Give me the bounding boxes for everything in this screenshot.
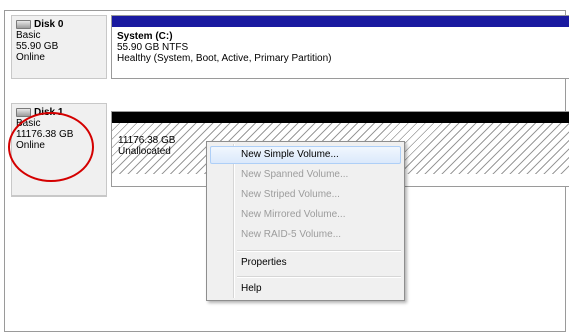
volume-name: System (C:) (117, 31, 173, 42)
disk-size: 55.90 GB (16, 41, 59, 52)
disk-1-label[interactable]: Disk 1 Basic 11176.38 GB Online (11, 103, 107, 196)
menu-new-mirrored-volume[interactable]: New Mirrored Volume... (210, 206, 401, 224)
volume-system-c[interactable]: System (C:) 55.90 GB NTFS Healthy (Syste… (111, 15, 569, 79)
disk-type: Basic (16, 30, 41, 41)
volume-bar (112, 112, 569, 123)
disk-icon (16, 108, 31, 117)
disk-status: Online (16, 52, 45, 63)
disk-size: 11176.38 GB (16, 129, 74, 140)
volume-bar (112, 16, 569, 27)
menu-separator (237, 250, 401, 252)
disk-status: Online (16, 140, 45, 151)
menu-properties[interactable]: Properties (210, 254, 401, 272)
disk-type: Basic (16, 118, 41, 129)
disk-icon (16, 20, 31, 29)
menu-help[interactable]: Help (210, 280, 401, 298)
volume-health: Healthy (System, Boot, Active, Primary P… (117, 53, 332, 64)
disk-divider (11, 196, 107, 197)
menu-new-simple-volume[interactable]: New Simple Volume... (210, 146, 401, 164)
disk-0-label[interactable]: Disk 0 Basic 55.90 GB Online (11, 15, 107, 79)
menu-new-raid5-volume[interactable]: New RAID-5 Volume... (210, 226, 401, 244)
menu-new-striped-volume[interactable]: New Striped Volume... (210, 186, 401, 204)
menu-separator (237, 276, 401, 278)
volume-size-fs: 55.90 GB NTFS (117, 42, 189, 53)
disk-name: Disk 0 (34, 19, 64, 30)
menu-new-spanned-volume[interactable]: New Spanned Volume... (210, 166, 401, 184)
disk-name: Disk 1 (34, 107, 64, 118)
context-menu: New Simple Volume... New Spanned Volume.… (206, 141, 405, 301)
